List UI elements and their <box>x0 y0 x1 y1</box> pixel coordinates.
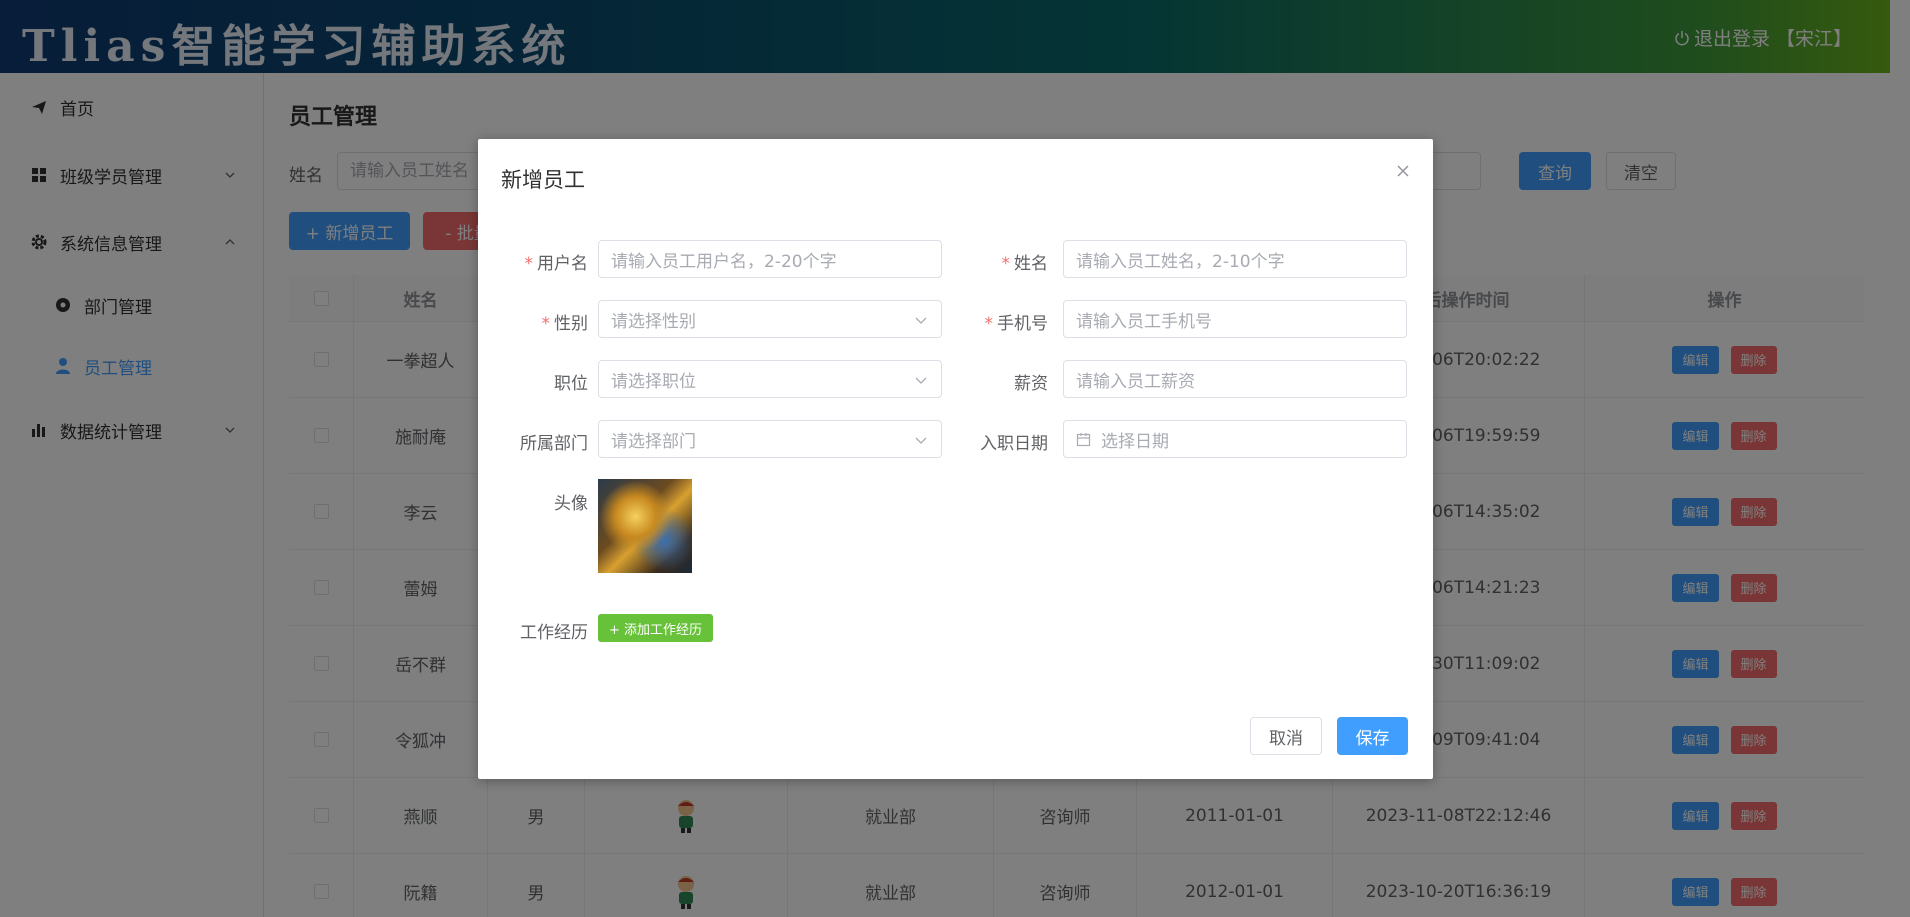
dialog-title: 新增员工 <box>501 168 585 192</box>
add-employee-dialog: 新增员工 * 用户名 请输入员工用户名，2-20个字 * 姓名 请输入员工姓名，2-… <box>478 139 1433 779</box>
name-label: * 姓名 <box>1001 254 1049 274</box>
job-select-placeholder: 请选择职位 <box>611 371 696 392</box>
chevron-down-icon <box>915 377 927 384</box>
dept-label: 所属部门 <box>520 434 588 454</box>
gender-select[interactable]: 请选择性别 <box>598 300 942 338</box>
username-label: * 用户名 <box>524 254 589 274</box>
entry-date-placeholder: 选择日期 <box>1101 431 1169 452</box>
phone-label: * 手机号 <box>984 314 1049 334</box>
job-select[interactable]: 请选择职位 <box>598 360 942 398</box>
salary-input[interactable]: 请输入员工薪资 <box>1063 360 1407 398</box>
gender-label: * 性别 <box>541 314 589 334</box>
add-experience-button[interactable]: + 添加工作经历 <box>598 614 714 642</box>
avatar-label: 头像 <box>554 494 588 514</box>
entry-date-label: 入职日期 <box>980 434 1048 454</box>
calendar-icon <box>1076 432 1091 446</box>
experience-label: 工作经历 <box>520 623 588 643</box>
dept-select[interactable]: 请选择部门 <box>598 420 942 458</box>
job-label: 职位 <box>554 374 588 394</box>
cancel-button[interactable]: 取消 <box>1250 717 1322 755</box>
entry-date-picker[interactable]: 选择日期 <box>1063 420 1407 458</box>
phone-input[interactable]: 请输入员工手机号 <box>1063 300 1407 338</box>
chevron-down-icon <box>915 437 927 444</box>
avatar-upload[interactable] <box>598 479 692 573</box>
gender-select-placeholder: 请选择性别 <box>611 311 696 332</box>
username-input[interactable]: 请输入员工用户名，2-20个字 <box>598 240 942 278</box>
dept-select-placeholder: 请选择部门 <box>611 431 696 452</box>
save-button[interactable]: 保存 <box>1337 717 1408 755</box>
chevron-down-icon <box>915 317 927 324</box>
salary-label: 薪资 <box>1014 374 1048 394</box>
close-icon[interactable] <box>1395 163 1411 179</box>
name-input[interactable]: 请输入员工姓名，2-10个字 <box>1063 240 1407 278</box>
